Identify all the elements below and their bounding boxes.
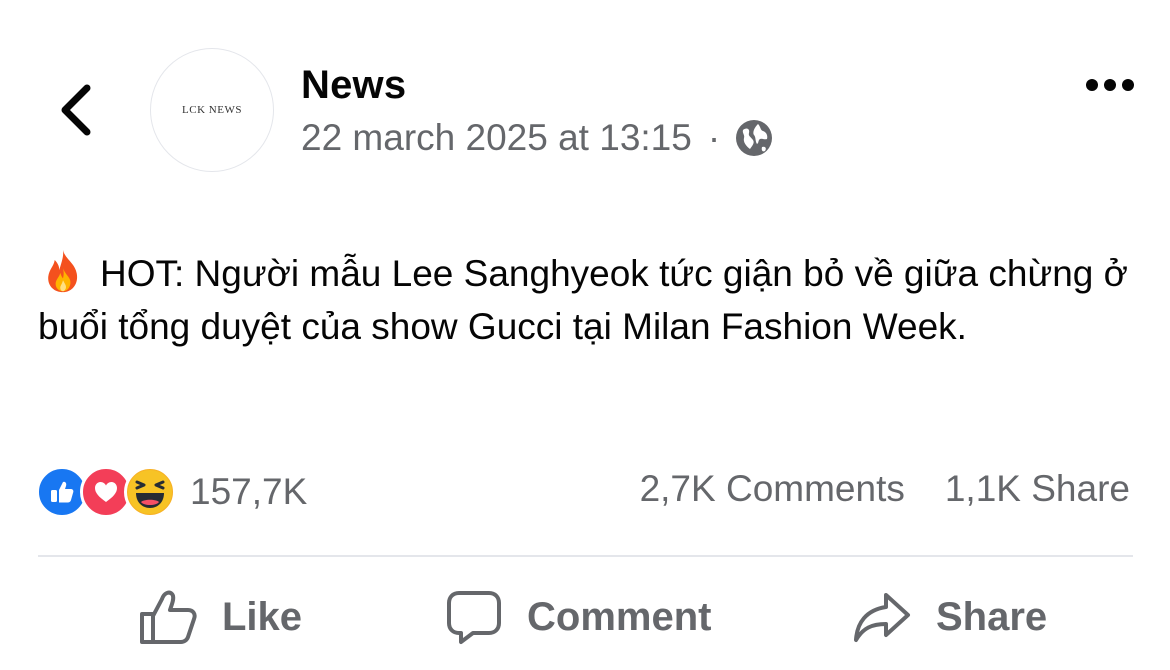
comment-label: Comment (527, 594, 712, 639)
meta-separator: · (707, 117, 721, 158)
share-arrow-icon (854, 593, 910, 642)
reaction-count: 157,7K (190, 471, 308, 512)
divider (38, 555, 1133, 557)
more-dot-icon (1086, 79, 1098, 91)
more-options-button[interactable] (1080, 70, 1140, 100)
post-timestamp[interactable]: 22 march 2025 at 13:15 (301, 117, 692, 159)
reactions-summary[interactable]: 157,7K (36, 466, 307, 518)
thumbs-up-icon (51, 481, 74, 503)
thumbs-up-icon (140, 590, 197, 644)
post-meta: 22 march 2025 at 13:15 · (301, 117, 774, 159)
post-text: HOT: Người mẫu Lee Sanghyeok tức giận bỏ… (38, 247, 1128, 353)
more-dot-icon (1122, 79, 1134, 91)
laughing-face-icon (128, 470, 172, 514)
shares-count[interactable]: 1,1K Share (945, 468, 1130, 510)
haha-reaction-icon (124, 466, 176, 518)
like-label: Like (222, 594, 303, 639)
share-label: Share (936, 594, 1048, 639)
fire-emoji-icon (48, 249, 78, 293)
post-body-text: HOT: Người mẫu Lee Sanghyeok tức giận bỏ… (38, 253, 1128, 347)
avatar-text: LCK NEWS (182, 104, 242, 116)
comments-count[interactable]: 2,7K Comments (640, 468, 905, 510)
post-stats: 2,7K Comments 1,1K Share (640, 468, 1130, 510)
page-avatar[interactable]: LCK NEWS (150, 48, 274, 172)
more-dot-icon (1104, 79, 1116, 91)
page-name[interactable]: News (301, 63, 406, 108)
chevron-left-icon (61, 84, 91, 136)
post-action-bar: Like Comment Share (0, 582, 1170, 652)
share-button[interactable]: Share (852, 582, 1047, 652)
back-button[interactable] (50, 80, 100, 140)
globe-icon (736, 120, 773, 156)
like-button[interactable]: Like (138, 582, 302, 652)
comment-button[interactable]: Comment (445, 582, 711, 652)
comment-bubble-icon (447, 591, 501, 644)
heart-icon (95, 482, 117, 502)
